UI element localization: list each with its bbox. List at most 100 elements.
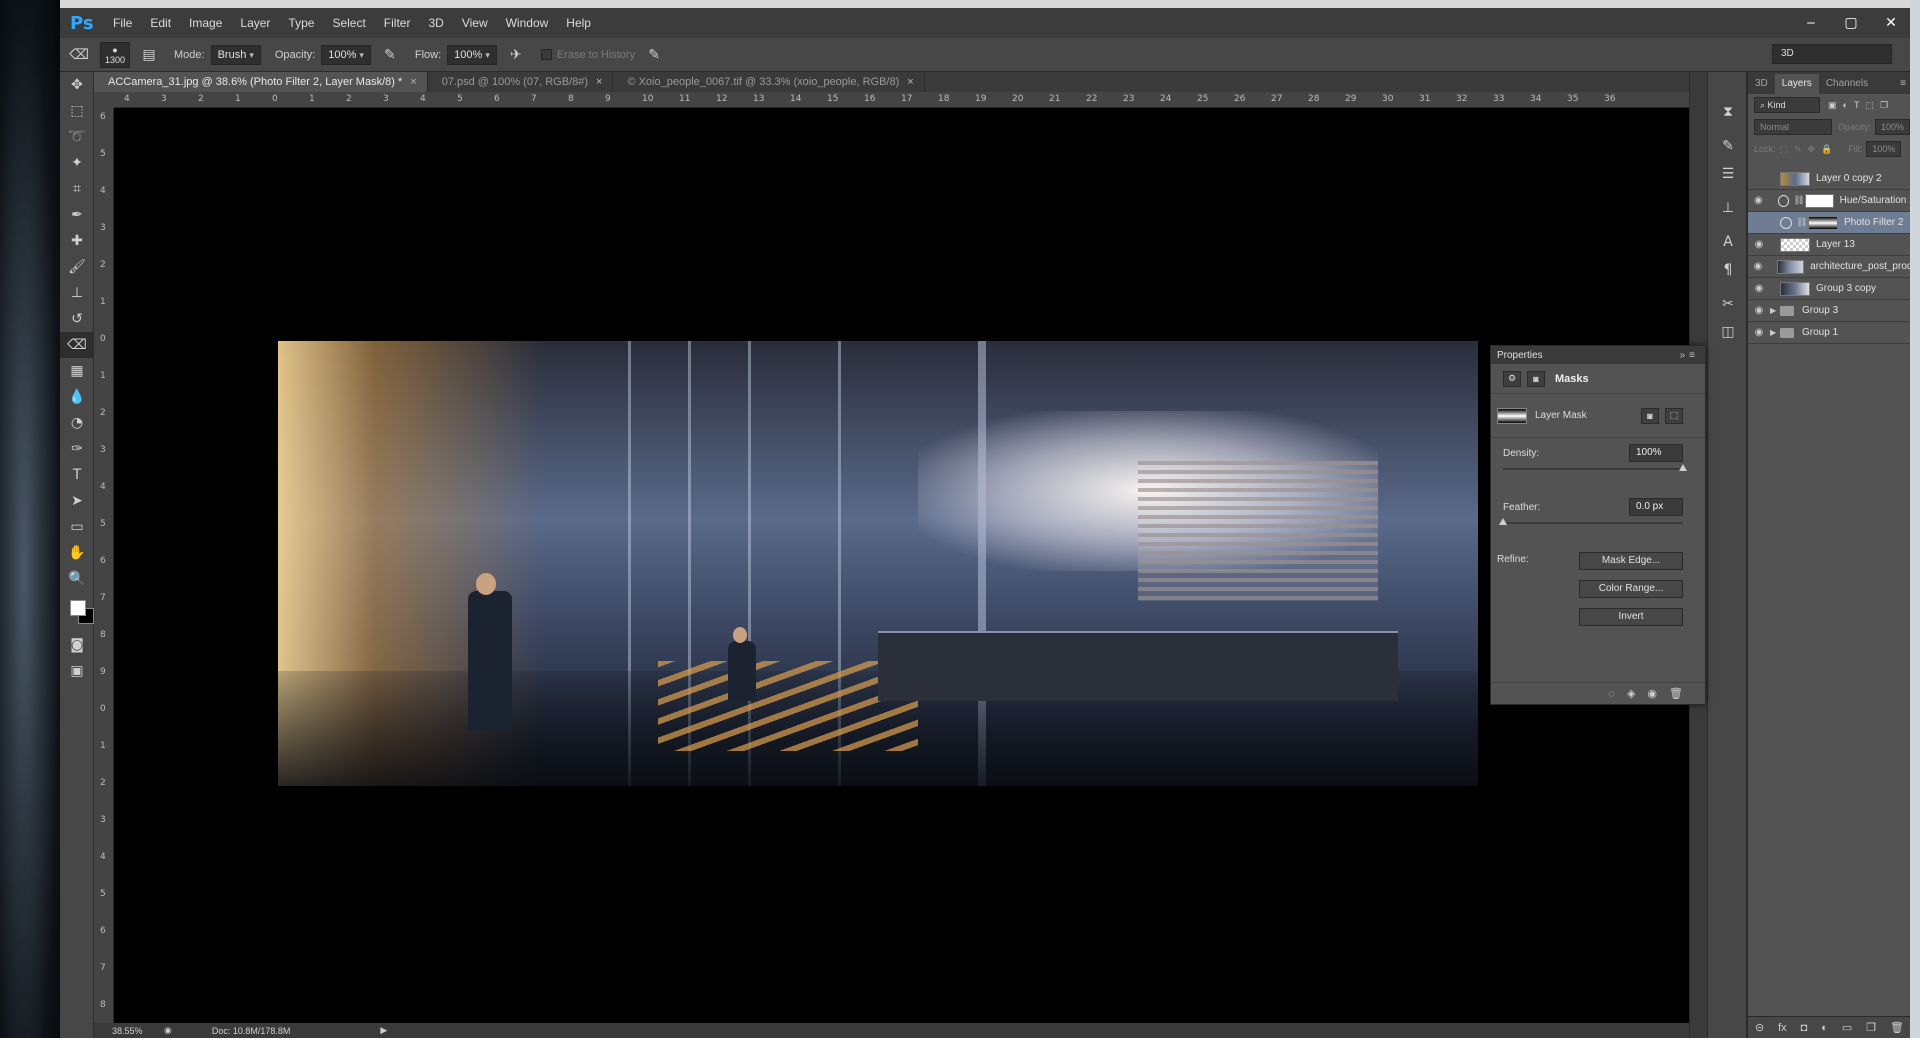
pressure-size-icon[interactable]: ✎ <box>643 44 665 66</box>
visibility-eye-icon[interactable]: ◉ <box>1748 327 1770 338</box>
layer-filter-kind[interactable]: ⌕ Kind <box>1754 97 1820 113</box>
mode-dropdown[interactable]: Brush ▾ <box>210 44 261 65</box>
color-range-button[interactable]: Color Range... <box>1579 580 1683 598</box>
tab-close-icon[interactable]: × <box>596 76 602 88</box>
layer-row-layer-13[interactable]: ◉ Layer 13 <box>1748 234 1910 256</box>
adjustment-mode-icon[interactable]: ⚙ <box>1503 370 1521 387</box>
density-field[interactable]: 100% <box>1629 444 1683 462</box>
layer-row-hue-saturation-2[interactable]: ◉ ⛓ Hue/Saturation 2 <box>1748 190 1910 212</box>
feather-field[interactable]: 0.0 px <box>1629 498 1683 516</box>
blur-tool-icon[interactable]: 💧 <box>60 384 94 410</box>
expand-arrow-icon[interactable]: ▶ <box>1770 306 1780 315</box>
type-tool-icon[interactable]: T <box>60 462 94 488</box>
tab-close-icon[interactable]: × <box>410 76 416 88</box>
maximize-button[interactable]: ▢ <box>1842 15 1860 31</box>
visibility-eye-icon[interactable]: ◉ <box>1748 173 1770 184</box>
menu-3d[interactable]: 3D <box>419 16 452 30</box>
visibility-eye-icon[interactable]: ◉ <box>1748 261 1768 272</box>
layer-mask-thumbnail[interactable] <box>1805 193 1834 208</box>
menu-filter[interactable]: Filter <box>375 16 420 30</box>
clone-source-icon[interactable]: ⊥ <box>1708 194 1748 222</box>
layer-row-photo-filter-2[interactable]: ◉ ⛓ Photo Filter 2 <box>1748 212 1910 234</box>
clone-stamp-tool-icon[interactable]: ⊥ <box>60 280 94 306</box>
feather-slider-thumb[interactable] <box>1499 518 1507 525</box>
filter-type-icons[interactable]: ▣◐T⬚❐ <box>1828 100 1894 111</box>
mask-edge-button[interactable]: Mask Edge... <box>1579 552 1683 570</box>
menu-type[interactable]: Type <box>279 16 323 30</box>
marquee-tool-icon[interactable]: ⬚ <box>60 98 94 124</box>
layer-fill-field[interactable]: 100% <box>1866 141 1902 157</box>
layer-mask-thumbnail[interactable] <box>1808 215 1838 230</box>
visibility-eye-icon[interactable]: ◉ <box>1748 239 1770 250</box>
panel-collapse-icon[interactable]: »≡ <box>1680 350 1705 361</box>
menu-file[interactable]: File <box>104 16 141 30</box>
healing-brush-tool-icon[interactable]: ✚ <box>60 228 94 254</box>
lasso-tool-icon[interactable]: ➰ <box>60 124 94 150</box>
apply-mask-icon[interactable]: ◈ <box>1627 687 1635 700</box>
doc-tab-xoio-people[interactable]: © Xoio_people_0067.tif @ 33.3% (xoio_peo… <box>613 72 925 92</box>
menu-help[interactable]: Help <box>557 16 600 30</box>
visibility-eye-icon[interactable]: ◉ <box>1748 305 1770 316</box>
tab-3d[interactable]: 3D <box>1748 74 1775 94</box>
minimize-button[interactable]: ‒ <box>1802 15 1820 31</box>
document-canvas[interactable] <box>114 108 1689 1023</box>
tab-channels[interactable]: Channels <box>1819 74 1875 94</box>
zoom-tool-icon[interactable]: 🔍 <box>60 566 94 592</box>
vector-mask-icon[interactable]: ⬚ <box>1665 407 1683 424</box>
quick-select-tool-icon[interactable]: ✦ <box>60 150 94 176</box>
vertical-ruler[interactable]: 6 5 4 3 2 1 0 1 2 3 4 5 6 7 8 9 0 1 2 3 4 5 6 7 8 <box>94 108 114 1023</box>
tab-close-icon[interactable]: × <box>907 76 913 88</box>
crop-tool-icon[interactable]: ⌗ <box>60 176 94 202</box>
density-slider-track[interactable] <box>1503 468 1683 470</box>
delete-mask-icon[interactable]: 🗑 <box>1669 687 1683 700</box>
gradient-tool-icon[interactable]: ▦ <box>60 358 94 384</box>
load-selection-icon[interactable]: ◌ <box>1608 688 1615 700</box>
menu-select[interactable]: Select <box>323 16 374 30</box>
erase-to-history-checkbox[interactable] <box>540 49 552 60</box>
blend-mode-dropdown[interactable]: Normal <box>1754 119 1832 135</box>
eraser-tool-preset-icon[interactable]: ⌫ <box>68 44 90 66</box>
eyedropper-tool-icon[interactable]: ✒ <box>60 202 94 228</box>
foreground-color-swatch[interactable] <box>70 600 86 616</box>
eraser-tool-icon[interactable]: ⌫ <box>60 332 94 358</box>
horizontal-ruler[interactable]: 4 3 2 1 0 1 2 3 4 5 6 7 8 9 10 11 12 13 14 15 16 17 18 19 20 21 22… <box>114 92 1689 108</box>
visibility-eye-icon[interactable]: ◉ <box>1748 195 1769 206</box>
layer-row-group-1[interactable]: ◉ ▶ Group 1 <box>1748 322 1910 344</box>
hand-tool-icon[interactable]: ✋ <box>60 540 94 566</box>
lock-icons[interactable]: ⬚✎✥🔒 <box>1780 144 1839 155</box>
link-layers-icon[interactable]: ⊝ <box>1755 1021 1764 1034</box>
layer-row-architecture-post-prod[interactable]: ◉ architecture_post_prod... <box>1748 256 1910 278</box>
rectangle-tool-icon[interactable]: ▭ <box>60 514 94 540</box>
airbrush-icon[interactable]: ✈ <box>505 44 527 66</box>
brush-size-picker[interactable]: ● 1300 <box>100 41 130 68</box>
doc-tab-accamera[interactable]: ACCamera_31.jpg @ 38.6% (Photo Filter 2,… <box>94 72 428 92</box>
properties-panel-icon[interactable]: ◫ <box>1708 318 1748 346</box>
ruler-origin[interactable] <box>94 92 114 108</box>
layer-style-icon[interactable]: fx <box>1778 1022 1787 1034</box>
pen-tool-icon[interactable]: ✑ <box>60 436 94 462</box>
status-info-icon[interactable]: ◉ <box>164 1025 172 1036</box>
layer-row-group-3[interactable]: ◉ ▶ Group 3 <box>1748 300 1910 322</box>
toggle-mask-visibility-icon[interactable]: ◉ <box>1647 687 1657 700</box>
screen-mode-icon[interactable]: ▣ <box>60 658 94 684</box>
path-select-tool-icon[interactable]: ➤ <box>60 488 94 514</box>
visibility-eye-icon[interactable]: ◉ <box>1748 217 1770 228</box>
dodge-tool-icon[interactable]: ◔ <box>60 410 94 436</box>
density-slider-thumb[interactable] <box>1679 464 1687 471</box>
brush-panel-toggle-icon[interactable]: ▤ <box>138 44 160 66</box>
quick-mask-icon[interactable]: ◙ <box>60 632 94 658</box>
menu-edit[interactable]: Edit <box>141 16 180 30</box>
zoom-level[interactable]: 38.55% <box>112 1026 158 1036</box>
close-button[interactable]: ✕ <box>1882 15 1900 31</box>
new-group-icon[interactable]: ▭ <box>1842 1021 1852 1034</box>
visibility-eye-icon[interactable]: ◉ <box>1748 283 1770 294</box>
history-panel-icon[interactable]: ⧗ <box>1708 98 1748 126</box>
doc-tab-07-psd[interactable]: 07.psd @ 100% (07, RGB/8#) × <box>427 72 614 92</box>
paragraph-panel-icon[interactable]: ¶ <box>1708 256 1748 284</box>
tab-layers[interactable]: Layers <box>1774 74 1819 94</box>
history-brush-tool-icon[interactable]: ↺ <box>60 306 94 332</box>
new-layer-icon[interactable]: ❐ <box>1866 1021 1876 1034</box>
brush-tool-icon[interactable]: 🖌 <box>60 254 94 280</box>
layer-row-layer-0-copy-2[interactable]: ◉ Layer 0 copy 2 <box>1748 168 1910 190</box>
flow-field[interactable]: 100% ▾ <box>447 44 497 65</box>
